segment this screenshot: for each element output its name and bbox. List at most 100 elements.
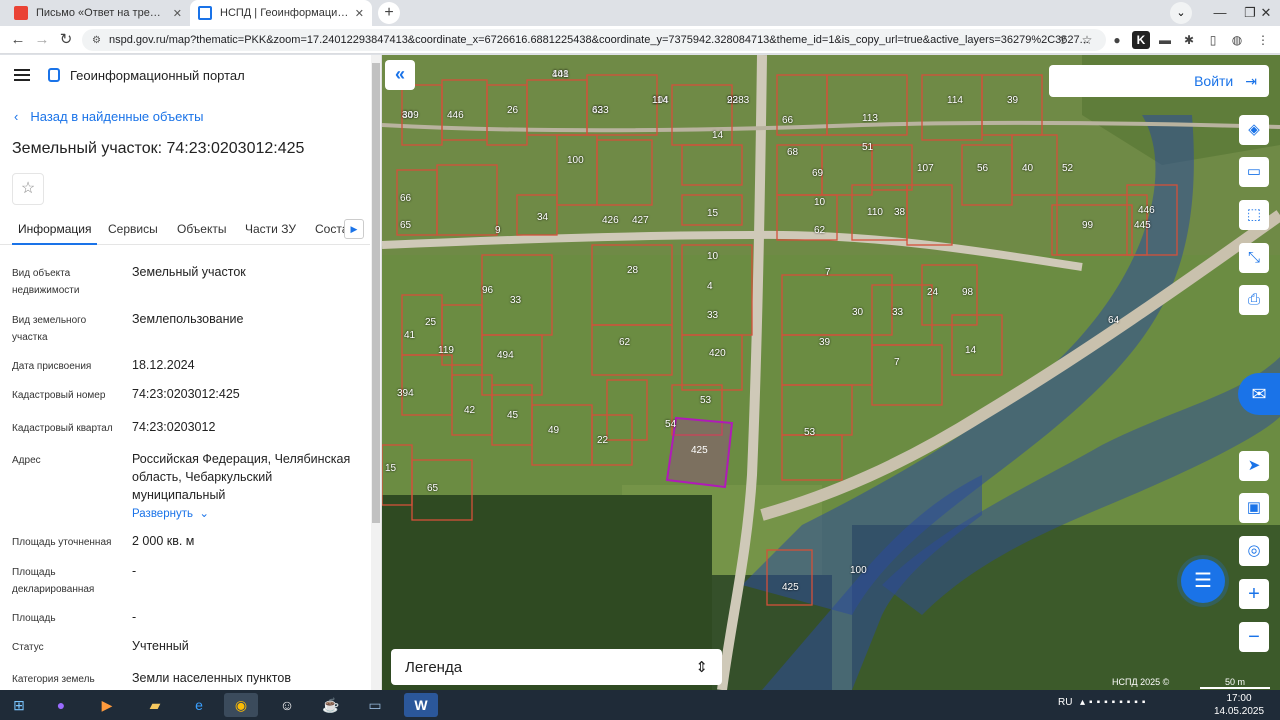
browser-tab-mail[interactable]: Письмо «Ответ на требование ✕ xyxy=(6,0,190,26)
share-icon[interactable]: ⤡ xyxy=(1239,243,1269,273)
parcel-number-label[interactable]: 38 xyxy=(894,207,905,218)
parcel-number-label[interactable]: 446 xyxy=(1138,205,1155,216)
parcel-number-label[interactable]: 445 xyxy=(1134,220,1151,231)
media-player-icon[interactable]: ▶ xyxy=(90,693,124,717)
parcel-number-label[interactable]: 2283 xyxy=(727,95,749,106)
forward-arrow-icon[interactable]: → xyxy=(32,30,52,50)
parcel-number-label[interactable]: 34 xyxy=(537,212,548,223)
java-icon[interactable]: ☕ xyxy=(314,693,348,717)
parcel-number-label[interactable]: 425 xyxy=(782,582,799,593)
parcel-number-label[interactable]: 14 xyxy=(965,345,976,356)
tray-icons[interactable]: ▴▪▪▪▪▪▪▪▪ xyxy=(1080,697,1149,708)
parcel-number-label[interactable]: 69 xyxy=(812,168,823,179)
parcel-number-label[interactable]: 52 xyxy=(1062,163,1073,174)
menu-icon[interactable]: ⋮ xyxy=(1254,31,1272,49)
parcel-number-label[interactable]: 41 xyxy=(404,330,415,341)
extension-icon[interactable]: ● xyxy=(1108,31,1126,49)
parcel-number-label[interactable]: 107 xyxy=(917,163,934,174)
parcel-number-label[interactable]: 24 xyxy=(927,287,938,298)
parcel-number-label[interactable]: 65 xyxy=(400,220,411,231)
parcel-number-label[interactable]: 100 xyxy=(567,155,584,166)
parcel-number-label[interactable]: 62 xyxy=(619,337,630,348)
parcel-number-label[interactable]: 33 xyxy=(510,295,521,306)
back-arrow-icon[interactable]: ← xyxy=(8,30,28,50)
parcel-number-label[interactable]: 100 xyxy=(850,565,867,576)
parcel-number-label[interactable]: 45 xyxy=(507,410,518,421)
tab-services[interactable]: Сервисы xyxy=(108,222,158,236)
tabs-scroll-right-icon[interactable]: ▶ xyxy=(344,219,364,239)
parcel-number-label[interactable]: 68 xyxy=(787,147,798,158)
favorite-star-icon[interactable]: ☆ xyxy=(12,173,44,205)
parcel-number-label[interactable]: 64 xyxy=(1108,315,1119,326)
bookmark-star-icon[interactable]: ☆ xyxy=(1078,31,1096,49)
parcel-number-label[interactable]: 15 xyxy=(707,208,718,219)
word-icon[interactable]: W xyxy=(404,693,438,717)
layers-icon[interactable]: ◈ xyxy=(1239,115,1269,145)
parcel-number-label[interactable]: 30 xyxy=(402,110,413,121)
parcel-number-label[interactable]: 62 xyxy=(814,225,825,236)
parcel-number-label[interactable]: 494 xyxy=(497,350,514,361)
start-icon[interactable]: ⊞ xyxy=(2,693,36,717)
tab-parts[interactable]: Части ЗУ xyxy=(245,222,296,236)
zoom-in-button[interactable]: + xyxy=(1239,579,1269,609)
collapse-panel-button[interactable]: « xyxy=(385,60,415,90)
parcel-number-label[interactable]: 49 xyxy=(548,425,559,436)
browser-tab-nspd[interactable]: НСПД | Геоинформационный п ✕ xyxy=(190,0,372,26)
parcel-number-label[interactable]: 427 xyxy=(632,215,649,226)
login-button[interactable]: Войти ⇥ xyxy=(1049,65,1269,97)
parcel-number-label[interactable]: 394 xyxy=(397,388,414,399)
parcel-number-label[interactable]: 113 xyxy=(862,113,878,124)
parcel-number-label[interactable]: 40 xyxy=(1022,163,1033,174)
tab-objects[interactable]: Объекты xyxy=(177,222,227,236)
alice-icon[interactable]: ● xyxy=(44,693,78,717)
hamburger-menu-icon[interactable] xyxy=(14,69,30,81)
parcel-number-label[interactable]: 7 xyxy=(825,267,831,278)
parcel-number-label[interactable]: 114 xyxy=(947,95,963,106)
internet-explorer-icon[interactable]: e xyxy=(182,693,216,717)
ruler-icon[interactable]: ▭ xyxy=(1239,157,1269,187)
back-to-results-link[interactable]: ‹ Назад в найденные объекты xyxy=(14,109,203,124)
navigation-icon[interactable]: ➤ xyxy=(1239,451,1269,481)
parcel-number-label[interactable]: 4 xyxy=(707,281,713,292)
parcel-number-label[interactable]: 441 xyxy=(552,69,569,80)
sidepanel-icon[interactable]: ▯ xyxy=(1204,31,1222,49)
parcel-number-label[interactable]: 53 xyxy=(700,395,711,406)
site-info-icon[interactable]: ⚙ xyxy=(92,35,101,46)
parcel-number-label[interactable]: 114 xyxy=(652,95,668,106)
parcel-number-label[interactable]: 30 xyxy=(852,307,863,318)
parcel-number-label[interactable]: 33 xyxy=(892,307,903,318)
tab-information[interactable]: Информация xyxy=(11,222,99,245)
puzzle-icon[interactable]: ✱ xyxy=(1180,31,1198,49)
chrome-icon[interactable]: ◉ xyxy=(224,693,258,717)
tab-search-icon[interactable]: ⌄ xyxy=(1170,2,1192,24)
parcel-number-label[interactable]: 25 xyxy=(425,317,436,328)
parcel-number-label[interactable]: 9 xyxy=(495,225,501,236)
map-view[interactable]: 425 108 104 93 423 449 446 26 100 14 66 68 113 114 39… xyxy=(382,55,1280,690)
app-icon[interactable]: ☺ xyxy=(270,693,304,717)
new-tab-button[interactable]: + xyxy=(378,2,400,24)
parcel-number-label[interactable]: 14 xyxy=(712,130,723,141)
parcel-number-label[interactable]: 10 xyxy=(814,197,825,208)
support-icon[interactable]: ✉ xyxy=(1238,373,1280,415)
chat-icon[interactable]: ☰ xyxy=(1181,559,1225,603)
parcel-number-label[interactable]: 426 xyxy=(602,215,619,226)
parcel-number-label[interactable]: 42 xyxy=(464,405,475,416)
share-icon[interactable]: ⇪ xyxy=(1054,31,1072,49)
legend-dropdown[interactable]: Легенда ⇕ xyxy=(391,649,722,685)
parcel-number-label[interactable]: 53 xyxy=(804,427,815,438)
geolocation-icon[interactable]: ◎ xyxy=(1239,536,1269,566)
parcel-number-label[interactable]: 96 xyxy=(482,285,493,296)
window-icon[interactable]: ▭ xyxy=(358,693,392,717)
parcel-number-label[interactable]: 63 xyxy=(592,105,603,116)
parcel-number-label[interactable]: 98 xyxy=(962,287,973,298)
close-icon[interactable]: ✕ xyxy=(355,7,364,20)
parcel-number-label[interactable]: 26 xyxy=(507,105,518,116)
parcel-number-label[interactable]: 119 xyxy=(438,345,454,356)
parcel-number-label[interactable]: 65 xyxy=(427,483,438,494)
profile-icon[interactable]: ◍ xyxy=(1228,31,1246,49)
window-close-button[interactable]: ✕ xyxy=(1252,0,1280,26)
parcel-number-label[interactable]: 54 xyxy=(665,419,676,430)
parcel-number-label[interactable]: 56 xyxy=(977,163,988,174)
parcel-number-label[interactable]: 446 xyxy=(447,110,464,121)
zoom-out-button[interactable]: − xyxy=(1239,622,1269,652)
